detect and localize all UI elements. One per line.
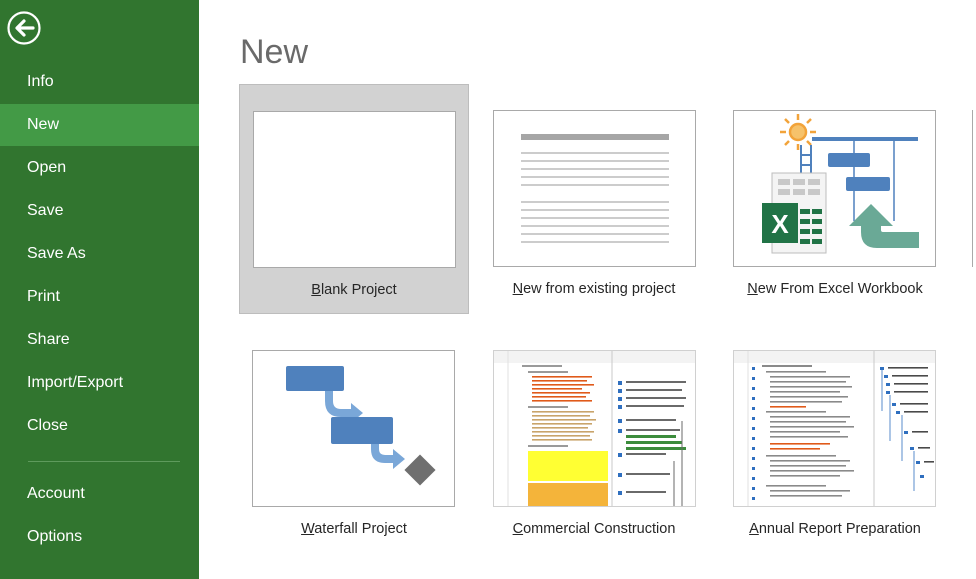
nav-save-as-label: Save As <box>27 245 86 262</box>
nav-open-label: Open <box>27 159 67 176</box>
nav-print-label: Print <box>27 288 60 305</box>
new-from-existing-label: New from existing project <box>512 281 676 297</box>
nav-import-export[interactable]: Import/Export <box>0 362 199 404</box>
gantt-preview-annual-report <box>734 351 935 506</box>
back-arrow-icon <box>7 11 41 45</box>
nav-new-label: New <box>27 116 60 133</box>
sidebar-divider <box>28 461 180 462</box>
gantt-preview-construction <box>494 351 695 506</box>
svg-text:X: X <box>771 209 789 239</box>
nav-info-label: Info <box>27 73 54 90</box>
excel-import-icon: X <box>762 114 919 254</box>
nav-close-label: Close <box>27 417 68 434</box>
template-waterfall-project[interactable]: Waterfall Project <box>239 324 469 554</box>
document-lines-icon <box>521 134 669 243</box>
nav-account[interactable]: Account <box>0 473 199 515</box>
nav-share[interactable]: Share <box>0 319 199 361</box>
template-new-from-excel[interactable]: X New From Excel Workbook <box>720 84 950 314</box>
nav-save[interactable]: Save <box>0 190 199 232</box>
new-from-excel-label: New From Excel Workbook <box>747 281 923 297</box>
back-button[interactable] <box>6 10 42 46</box>
existing-project-thumbnail <box>493 110 696 267</box>
nav-close[interactable]: Close <box>0 405 199 447</box>
commercial-construction-label: Commercial Construction <box>512 521 676 537</box>
annual-report-label: Annual Report Preparation <box>749 521 921 537</box>
nav-options-label: Options <box>27 528 83 545</box>
nav-share-label: Share <box>27 331 70 348</box>
waterfall-project-label: Waterfall Project <box>301 521 407 537</box>
template-new-from-existing[interactable]: New from existing project <box>479 84 709 314</box>
template-commercial-construction[interactable]: Commercial Construction <box>479 324 709 554</box>
backstage-sidebar: Info New Open Save Save As Print Share I… <box>0 0 199 579</box>
nav-options[interactable]: Options <box>0 516 199 558</box>
annual-report-thumbnail <box>733 350 936 507</box>
blank-project-label: Blank Project <box>311 282 397 298</box>
nav-open[interactable]: Open <box>0 147 199 189</box>
waterfall-diagram-icon <box>286 366 436 486</box>
blank-project-thumbnail <box>253 111 456 268</box>
excel-workbook-thumbnail: X <box>733 110 936 267</box>
nav-import-export-label: Import/Export <box>27 374 124 391</box>
page-title: New <box>240 33 309 71</box>
nav-account-label: Account <box>27 485 85 502</box>
template-annual-report[interactable]: Annual Report Preparation <box>720 324 950 554</box>
offscreen-template-edge <box>972 110 976 267</box>
nav-save-label: Save <box>27 202 64 219</box>
commercial-construction-thumbnail <box>493 350 696 507</box>
nav-print[interactable]: Print <box>0 276 199 318</box>
nav-info[interactable]: Info <box>0 61 199 103</box>
sun-icon <box>780 114 816 150</box>
nav-new[interactable]: New <box>0 104 199 146</box>
waterfall-project-thumbnail <box>252 350 455 507</box>
nav-save-as[interactable]: Save As <box>0 233 199 275</box>
template-blank-project[interactable]: Blank Project <box>239 84 469 314</box>
